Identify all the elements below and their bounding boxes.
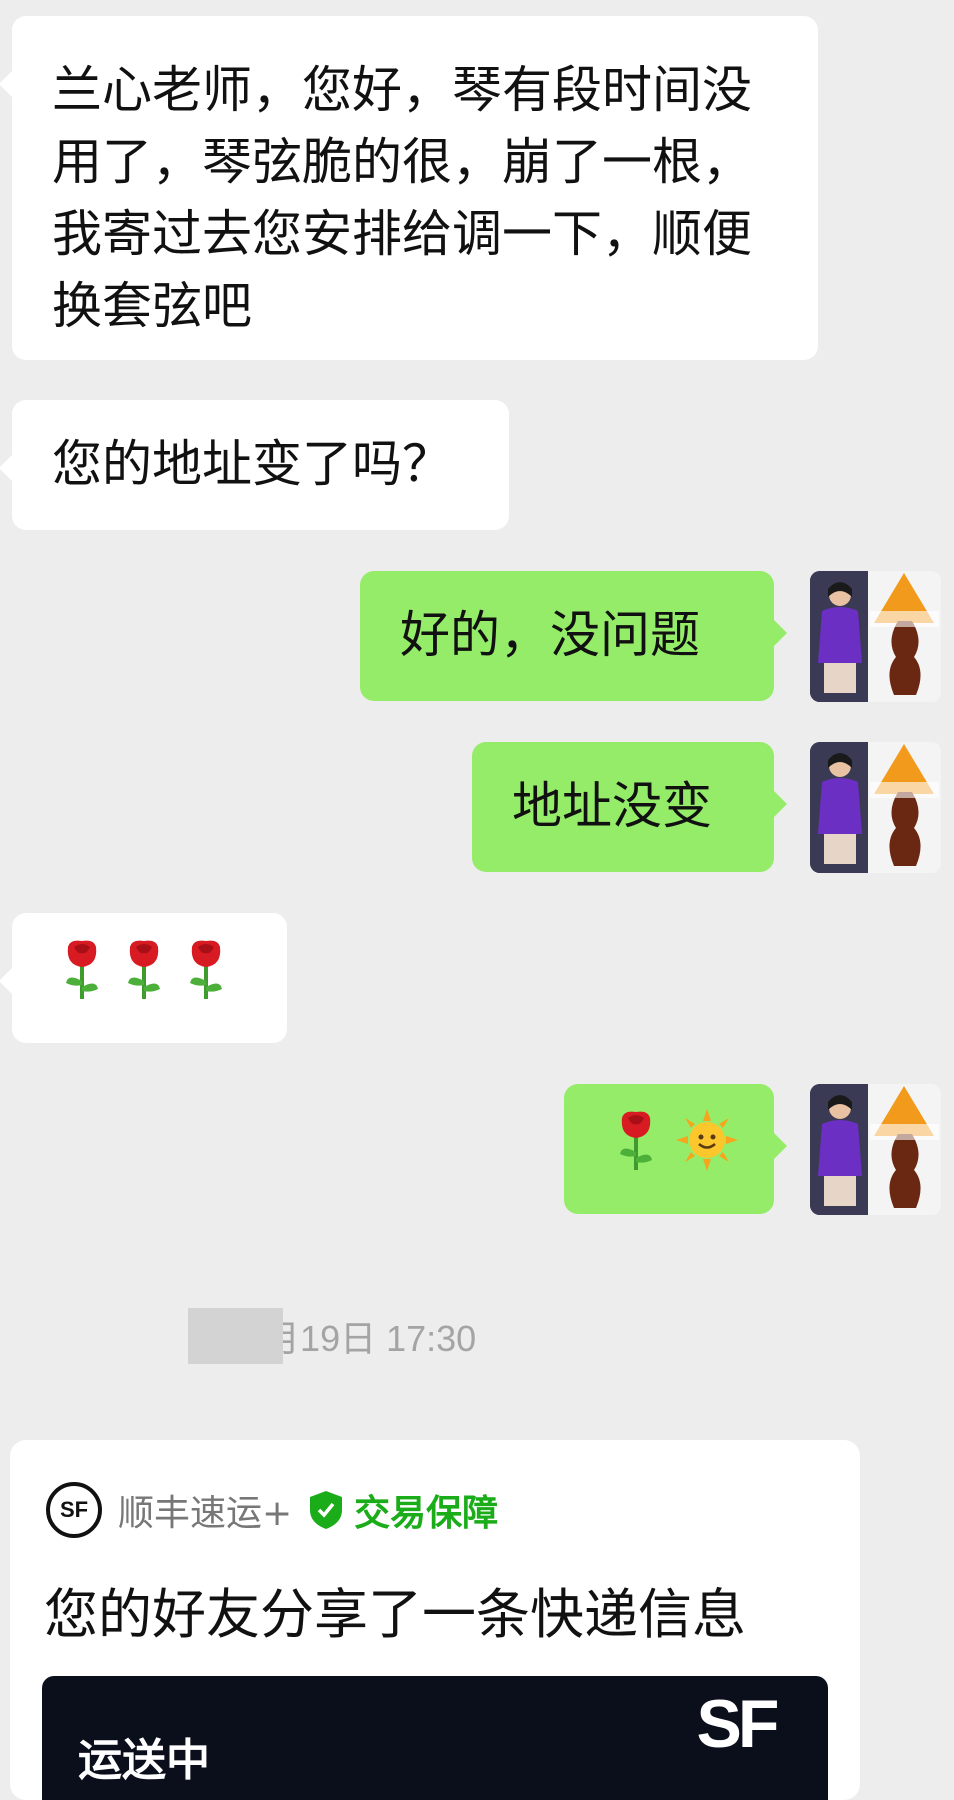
emoji-group bbox=[614, 1084, 774, 1214]
user-avatar[interactable] bbox=[810, 742, 941, 873]
message-bubble-incoming[interactable]: 兰心老师，您好，琴有段时间没用了，琴弦脆的很，崩了一根，我寄过去您安排给调一下，… bbox=[0, 16, 818, 360]
message-text: 您的地址变了吗？ bbox=[52, 435, 452, 493]
message-text: 地址没变 bbox=[512, 777, 712, 835]
redaction-block bbox=[188, 1308, 283, 1364]
avatar-photo bbox=[810, 571, 868, 702]
message-text: 兰心老师，您好，琴有段时间没用了，琴弦脆的很，崩了一根，我寄过去您安排给调一下，… bbox=[52, 61, 752, 335]
avatar-photo bbox=[810, 1084, 868, 1215]
rose-icon bbox=[60, 937, 104, 1020]
message-bubble-incoming[interactable]: 您的地址变了吗？ bbox=[0, 400, 509, 530]
avatar-photo bbox=[810, 742, 868, 873]
rose-icon bbox=[184, 937, 228, 1020]
message-bubble-incoming[interactable] bbox=[0, 913, 287, 1043]
sf-express-large-logo-icon: SF bbox=[696, 1685, 780, 1762]
rose-icon bbox=[122, 937, 166, 1020]
service-name: 顺丰速运+ bbox=[118, 1493, 293, 1534]
card-title: 您的好友分享了一条快递信息 bbox=[44, 1583, 746, 1646]
message-text: 好的，没问题 bbox=[400, 606, 700, 664]
violin-logo bbox=[868, 571, 941, 702]
violin-logo bbox=[868, 742, 941, 873]
user-avatar[interactable] bbox=[810, 1084, 941, 1215]
card-header: SF 顺丰速运+ 交易保障 bbox=[46, 1480, 498, 1540]
message-bubble-outgoing[interactable]: 好的，没问题 bbox=[360, 571, 787, 701]
shield-check-icon bbox=[308, 1490, 344, 1530]
shared-delivery-card[interactable]: SF 顺丰速运+ 交易保障 您的好友分享了一条快递信息 运送中 SF bbox=[10, 1440, 860, 1800]
delivery-status-banner: 运送中 SF bbox=[42, 1676, 828, 1800]
sun-with-face-icon bbox=[676, 1108, 738, 1190]
delivery-status: 运送中 bbox=[78, 1735, 210, 1786]
guarantee-badge: 交易保障 bbox=[354, 1493, 499, 1534]
message-bubble-outgoing[interactable] bbox=[564, 1084, 787, 1214]
message-bubble-outgoing[interactable]: 地址没变 bbox=[472, 742, 787, 872]
emoji-group bbox=[60, 913, 287, 1043]
violin-logo bbox=[868, 1084, 941, 1215]
user-avatar[interactable] bbox=[810, 571, 941, 702]
rose-icon bbox=[614, 1108, 658, 1191]
sf-express-logo-icon: SF bbox=[46, 1482, 102, 1538]
